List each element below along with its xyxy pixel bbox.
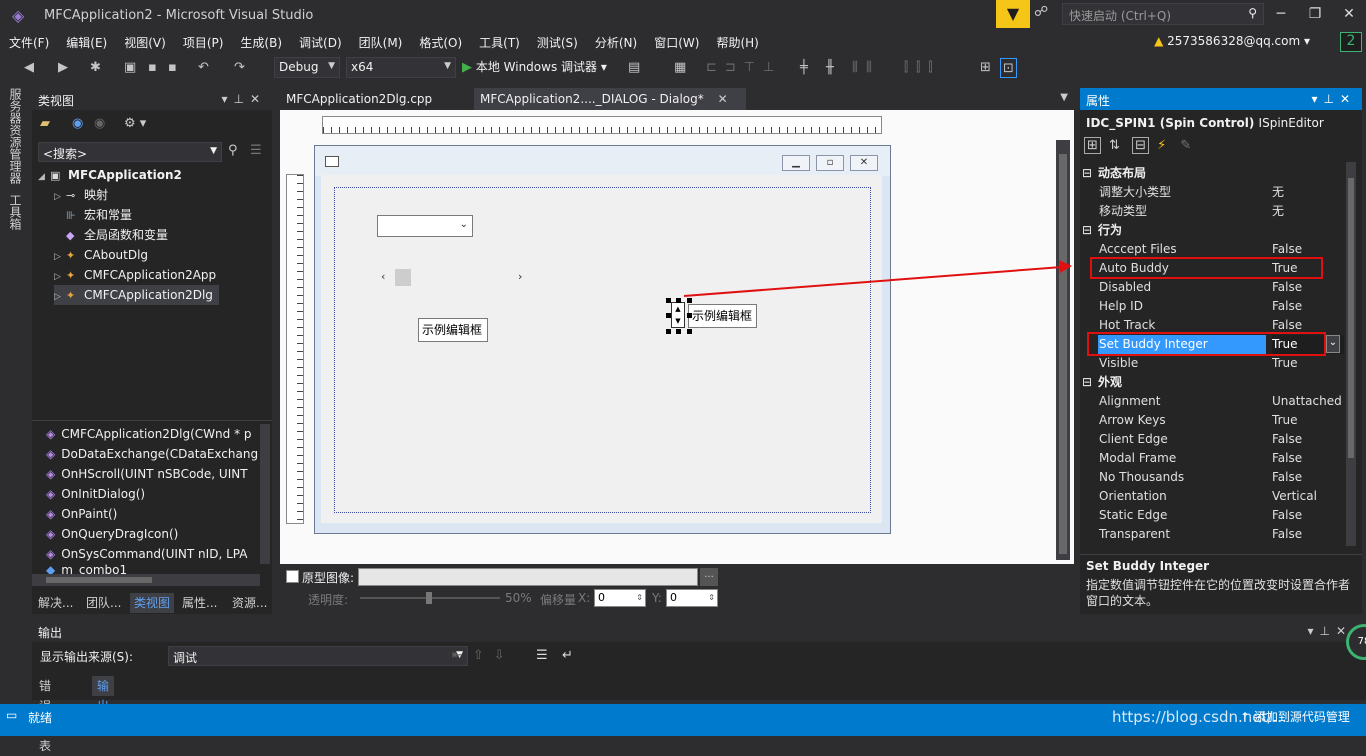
panel-window-buttons[interactable]: ▾⊥✕ xyxy=(1307,624,1352,638)
arrow-head xyxy=(1059,260,1072,273)
clear-all-icon[interactable]: ☰ xyxy=(536,648,548,663)
add-to-source-control: 添加到源代码管理 xyxy=(1253,710,1350,724)
output-source-select[interactable]: 调试 ▼ xyxy=(168,646,468,666)
output-source-value: 调试 xyxy=(173,651,198,665)
tab-error-list[interactable]: 错误列表 xyxy=(34,676,56,753)
status-bar: ▭ 就绪 https://blog.csdn.net/... ↑ 添加到源代码管… xyxy=(0,704,1366,736)
output-title: 输出 xyxy=(38,626,63,640)
output-source-label: 显示输出来源(S): xyxy=(40,650,134,664)
word-wrap-icon[interactable]: ↵ xyxy=(562,648,573,663)
output-toolbar-disabled-icons[interactable]: ⇤⇧⇩ xyxy=(452,648,515,663)
tab-output[interactable]: 输出 xyxy=(92,676,115,713)
output-header: 输出 ▾⊥✕ xyxy=(32,620,1366,642)
status-ready: 就绪 xyxy=(28,711,53,725)
source-control-status[interactable]: ↑ 添加到源代码管理 xyxy=(1240,708,1350,725)
output-panel: 输出 ▾⊥✕ 显示输出来源(S): 调试 ▼ ⇤⇧⇩ ☰ ↵ xyxy=(32,620,1366,700)
status-icon: ▭ xyxy=(6,708,18,722)
arrow-line xyxy=(683,266,1063,297)
